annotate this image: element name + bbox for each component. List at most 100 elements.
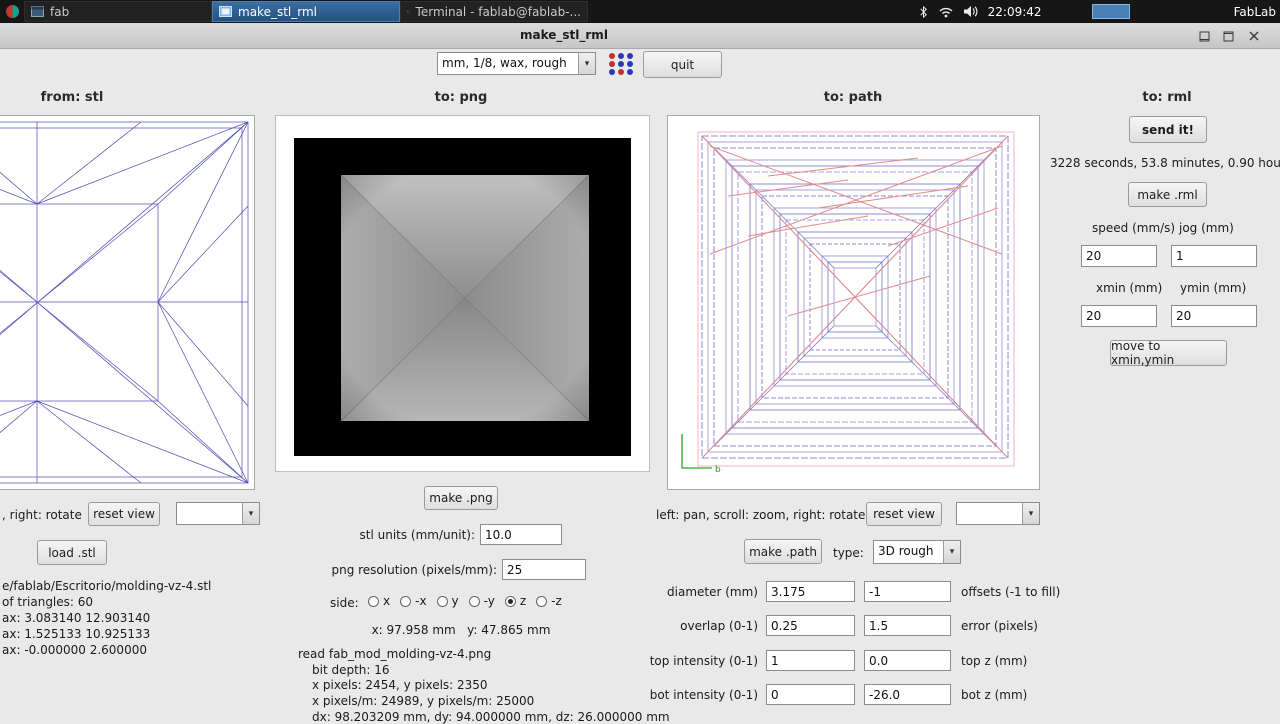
diameter-input[interactable] [766,581,855,602]
make-path-label: make .path [749,544,817,559]
fab-logo-icon[interactable] [0,0,24,23]
window-icon [31,6,44,17]
side-radio-neg-y[interactable]: -y [468,594,495,608]
radio-icon [400,595,412,607]
radio-label: -z [551,594,562,608]
ymin-input[interactable] [1171,305,1257,327]
radio-selected-icon [504,595,516,607]
stl-units-label: stl units (mm/unit): [359,528,476,542]
load-stl-button[interactable]: load .stl [37,540,107,565]
chevron-down-icon: ▾ [242,503,259,524]
taskbar-item-terminal[interactable]: Terminal - fablab@fablab-... [400,1,588,22]
bot-intensity-input[interactable] [766,684,855,705]
shade-icon [1199,31,1209,41]
taskbar-item-label: fab [50,4,70,19]
path-viewport-canvas[interactable]: b [667,115,1040,490]
send-it-button[interactable]: send it! [1129,116,1207,143]
maximize-button[interactable] [1218,27,1238,45]
png-resolution-input[interactable] [502,559,586,580]
toolpath-plot: b [681,131,1015,475]
side-radio-y[interactable]: y [436,594,459,608]
jog-label: jog (mm) [1179,221,1234,235]
close-button[interactable] [1244,27,1264,45]
chevron-down-icon: ▾ [578,53,595,74]
workspace-pager[interactable] [1091,4,1130,19]
overlap-input[interactable] [766,615,855,636]
preset-dropdown-value: mm, 1/8, wax, rough [442,56,567,70]
stl-view-dropdown[interactable]: ▾ [176,502,260,525]
error-input[interactable] [864,615,951,636]
stl-panel-header: from: stl [40,90,104,105]
send-it-label: send it! [1142,122,1194,137]
taskbar-item-make-stl-rml[interactable]: make_stl_rml [212,1,400,22]
preset-dropdown[interactable]: mm, 1/8, wax, rough ▾ [437,52,596,75]
png-panel-header: to: png [434,90,488,105]
path-type-dropdown-value: 3D rough [878,544,934,558]
make-path-button[interactable]: make .path [744,539,822,564]
window-titlebar[interactable]: make_stl_rml [0,23,1280,49]
png-info-line: read fab_mod_molding-vz-4.png [298,647,492,661]
png-info-line: x pixels: 2454, y pixels: 2350 [312,678,488,692]
wifi-icon[interactable] [938,5,954,18]
ymin-label: ymin (mm) [1180,281,1247,295]
diameter-label: diameter (mm) [667,585,758,599]
side-radio-neg-x[interactable]: -x [400,594,427,608]
taskbar-item-label: Terminal - fablab@fablab-... [415,4,581,19]
offsets-label: offsets (-1 to fill) [961,585,1061,599]
volume-icon[interactable] [963,5,979,18]
stl-units-input[interactable] [480,524,562,545]
error-label: error (pixels) [961,619,1038,633]
radio-label: y [451,594,459,608]
png-info-line: x pixels/m: 24989, y pixels/m: 25000 [312,694,535,708]
speed-input[interactable] [1081,245,1157,267]
make-png-button[interactable]: make .png [424,486,498,510]
top-z-input[interactable] [864,650,951,671]
rml-panel-header: to: rml [1142,90,1192,105]
side-radio-z[interactable]: z [504,594,526,608]
path-type-dropdown[interactable]: 3D rough ▾ [873,540,961,564]
radio-icon [468,595,480,607]
stl-reset-view-button[interactable]: reset view [88,502,160,526]
taskbar-item-fab[interactable]: fab [24,1,212,22]
side-label: side: [330,596,359,610]
shade-button[interactable] [1194,27,1214,45]
png-info-line: dx: 98.203209 mm, dy: 94.000000 mm, dz: … [312,710,670,724]
path-reset-view-label: reset view [873,507,935,521]
path-view-dropdown-value [957,503,1022,524]
path-view-dropdown[interactable]: ▾ [956,502,1040,525]
stl-info-line: of triangles: 60 [2,595,94,609]
taskbar: fab make_stl_rml Terminal - fablab@fabla… [0,0,1280,23]
quit-button-label: quit [670,57,695,72]
bot-intensity-label: bot intensity (0-1) [649,688,758,702]
quit-button[interactable]: quit [643,51,722,78]
side-radio-neg-z[interactable]: -z [536,594,562,608]
taskbar-item-label: make_stl_rml [238,4,317,19]
xmin-label: xmin (mm) [1096,281,1163,295]
png-size-readout: x: 97.958 mm y: 47.865 mm [371,623,551,637]
move-to-xmin-ymin-button[interactable]: move to xmin,ymin [1110,339,1227,367]
speed-label: speed (mm/s) [1092,221,1176,235]
axis-label: b [715,465,721,475]
bot-z-input[interactable] [864,684,951,705]
xmin-input[interactable] [1081,305,1157,327]
stl-viewport-hint: , right: rotate [2,508,82,522]
png-info-line: bit depth: 16 [312,663,390,677]
bluetooth-icon[interactable] [918,5,929,19]
offsets-input[interactable] [864,581,951,602]
chevron-down-icon: ▾ [943,541,960,563]
load-stl-label: load .stl [48,545,96,560]
top-intensity-input[interactable] [766,650,855,671]
make-rml-button[interactable]: make .rml [1128,182,1207,207]
path-panel-header: to: path [823,90,883,105]
jog-input[interactable] [1171,245,1257,267]
make-png-label: make .png [429,491,493,505]
stl-info-line: ax: -0.000000 2.600000 [2,643,147,657]
clock: 22:09:42 [987,4,1042,19]
radio-label: -y [483,594,495,608]
png-preview-canvas[interactable] [275,115,650,472]
path-reset-view-button[interactable]: reset view [866,502,942,526]
side-radio-x[interactable]: x [368,594,390,608]
side-radio-group: x -x y -y z -z [368,594,562,608]
stl-viewport-canvas[interactable] [0,115,255,490]
stl-info-line: e/fablab/Escritorio/molding-vz-4.stl [2,579,212,593]
